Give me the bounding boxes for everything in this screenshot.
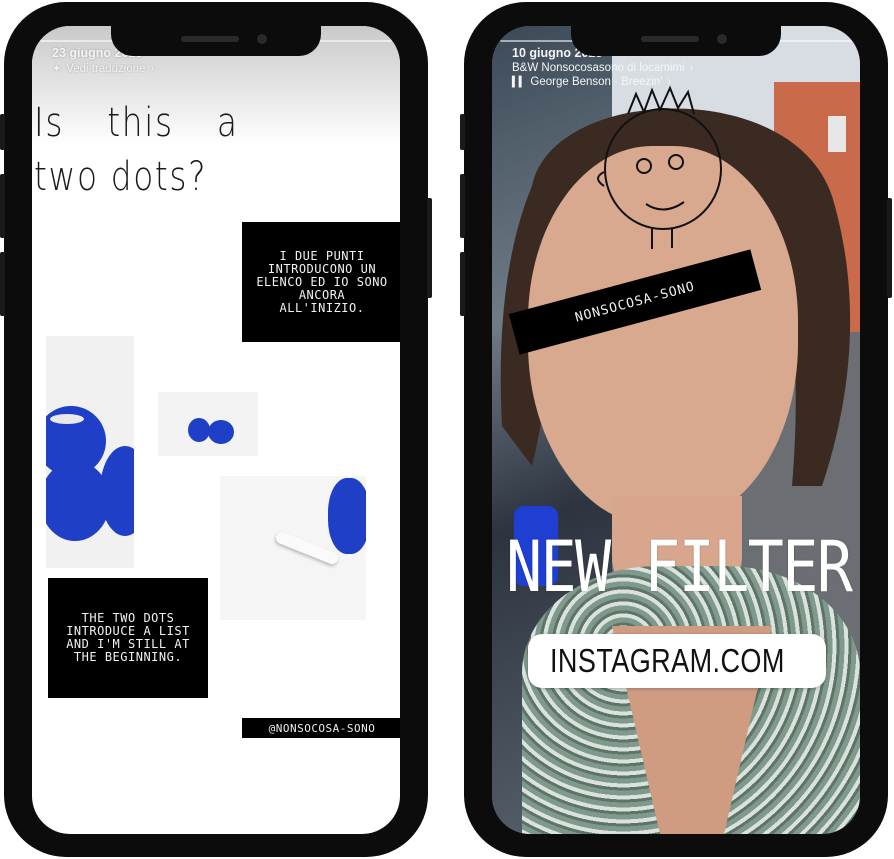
volume-down-button [0, 252, 5, 316]
notch [571, 26, 781, 56]
effect-name: B&W Nonsocosasono di locamimi [512, 62, 685, 74]
ceramic-rim [50, 414, 84, 424]
title-line-1: Is this a [34, 96, 280, 150]
music-bars-icon: ▍▍ [512, 76, 526, 88]
side-button [460, 114, 465, 150]
notch [111, 26, 321, 56]
story-screen[interactable]: 23 giugno 2023 ✦ Vedi traduzione › Is th… [32, 26, 400, 834]
ceramic-photo-bone [220, 476, 366, 620]
title-word: Is [34, 100, 65, 146]
english-caption-card: THE TWO DOTS INTRODUCE A LIST AND I'M ST… [48, 578, 208, 698]
title-word: this [107, 100, 174, 146]
chevron-right-icon: › [150, 62, 155, 75]
ceramic-shape [208, 420, 234, 444]
doodle-face-sticker [597, 85, 722, 249]
ceramic-photo-small [158, 392, 258, 456]
power-button [887, 198, 892, 298]
translate-link[interactable]: ✦ Vedi traduzione › [52, 62, 155, 76]
handwritten-title: Is this a two dots? [34, 96, 280, 204]
title-line-2: two dots? [34, 154, 208, 200]
ceramic-shape [328, 478, 366, 554]
filter-attribution[interactable]: B&W Nonsocosasono di locamimi › [512, 62, 693, 74]
selfie-photo [492, 26, 860, 834]
chevron-right-icon: › [667, 76, 672, 88]
side-button [0, 114, 5, 150]
phone-left: 23 giugno 2023 ✦ Vedi traduzione › Is th… [0, 2, 432, 857]
link-sticker[interactable]: INSTAGRAM.COM [528, 634, 826, 688]
italian-caption: I DUE PUNTI INTRODUCONO UN ELENCO ED IO … [256, 248, 388, 315]
translate-label: Vedi traduzione [66, 62, 146, 75]
ceramic-shape [100, 446, 134, 536]
story-screen[interactable]: 10 giugno 2023 B&W Nonsocosasono di loca… [492, 26, 860, 834]
ceramic-shape [188, 418, 210, 442]
ceramic-photo-large [46, 336, 134, 568]
sparkle-icon: ✦ [52, 63, 62, 75]
link-sticker-label: INSTAGRAM.COM [550, 642, 785, 679]
italian-caption-card: I DUE PUNTI INTRODUCONO UN ELENCO ED IO … [242, 222, 400, 342]
volume-down-button [460, 252, 465, 316]
title-word: a [216, 100, 239, 146]
volume-up-button [460, 174, 465, 238]
power-button [427, 198, 432, 298]
song-name: George Benson · Breezin' [530, 76, 663, 88]
phone-right: 10 giugno 2023 B&W Nonsocosasono di loca… [460, 2, 892, 857]
chevron-right-icon: › [689, 62, 694, 74]
music-attribution[interactable]: ▍▍ George Benson · Breezin' › [512, 76, 693, 88]
new-filter-text: NEW FILTER [506, 526, 853, 608]
handle-tag[interactable]: @NONSOCOSA-SONO [242, 718, 400, 738]
volume-up-button [0, 174, 5, 238]
english-caption: THE TWO DOTS INTRODUCE A LIST AND I'M ST… [66, 611, 190, 664]
